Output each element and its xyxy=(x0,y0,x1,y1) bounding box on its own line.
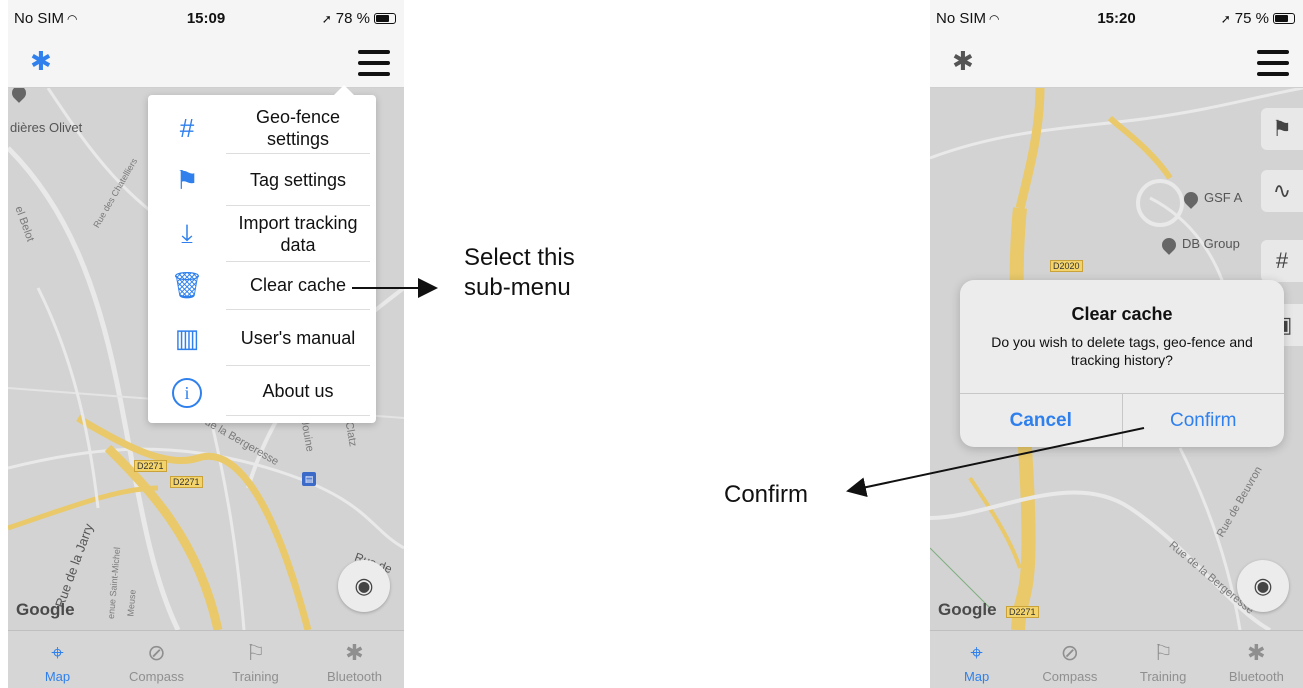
annotation-arrows xyxy=(352,278,1145,498)
annotation-line: sub-menu xyxy=(464,274,571,301)
annotation-select-submenu: Select this sub-menu xyxy=(464,243,575,303)
arrow-to-confirm xyxy=(846,427,1145,498)
annotation-confirm: Confirm xyxy=(724,481,809,508)
annotation-line: Select this xyxy=(464,244,575,271)
